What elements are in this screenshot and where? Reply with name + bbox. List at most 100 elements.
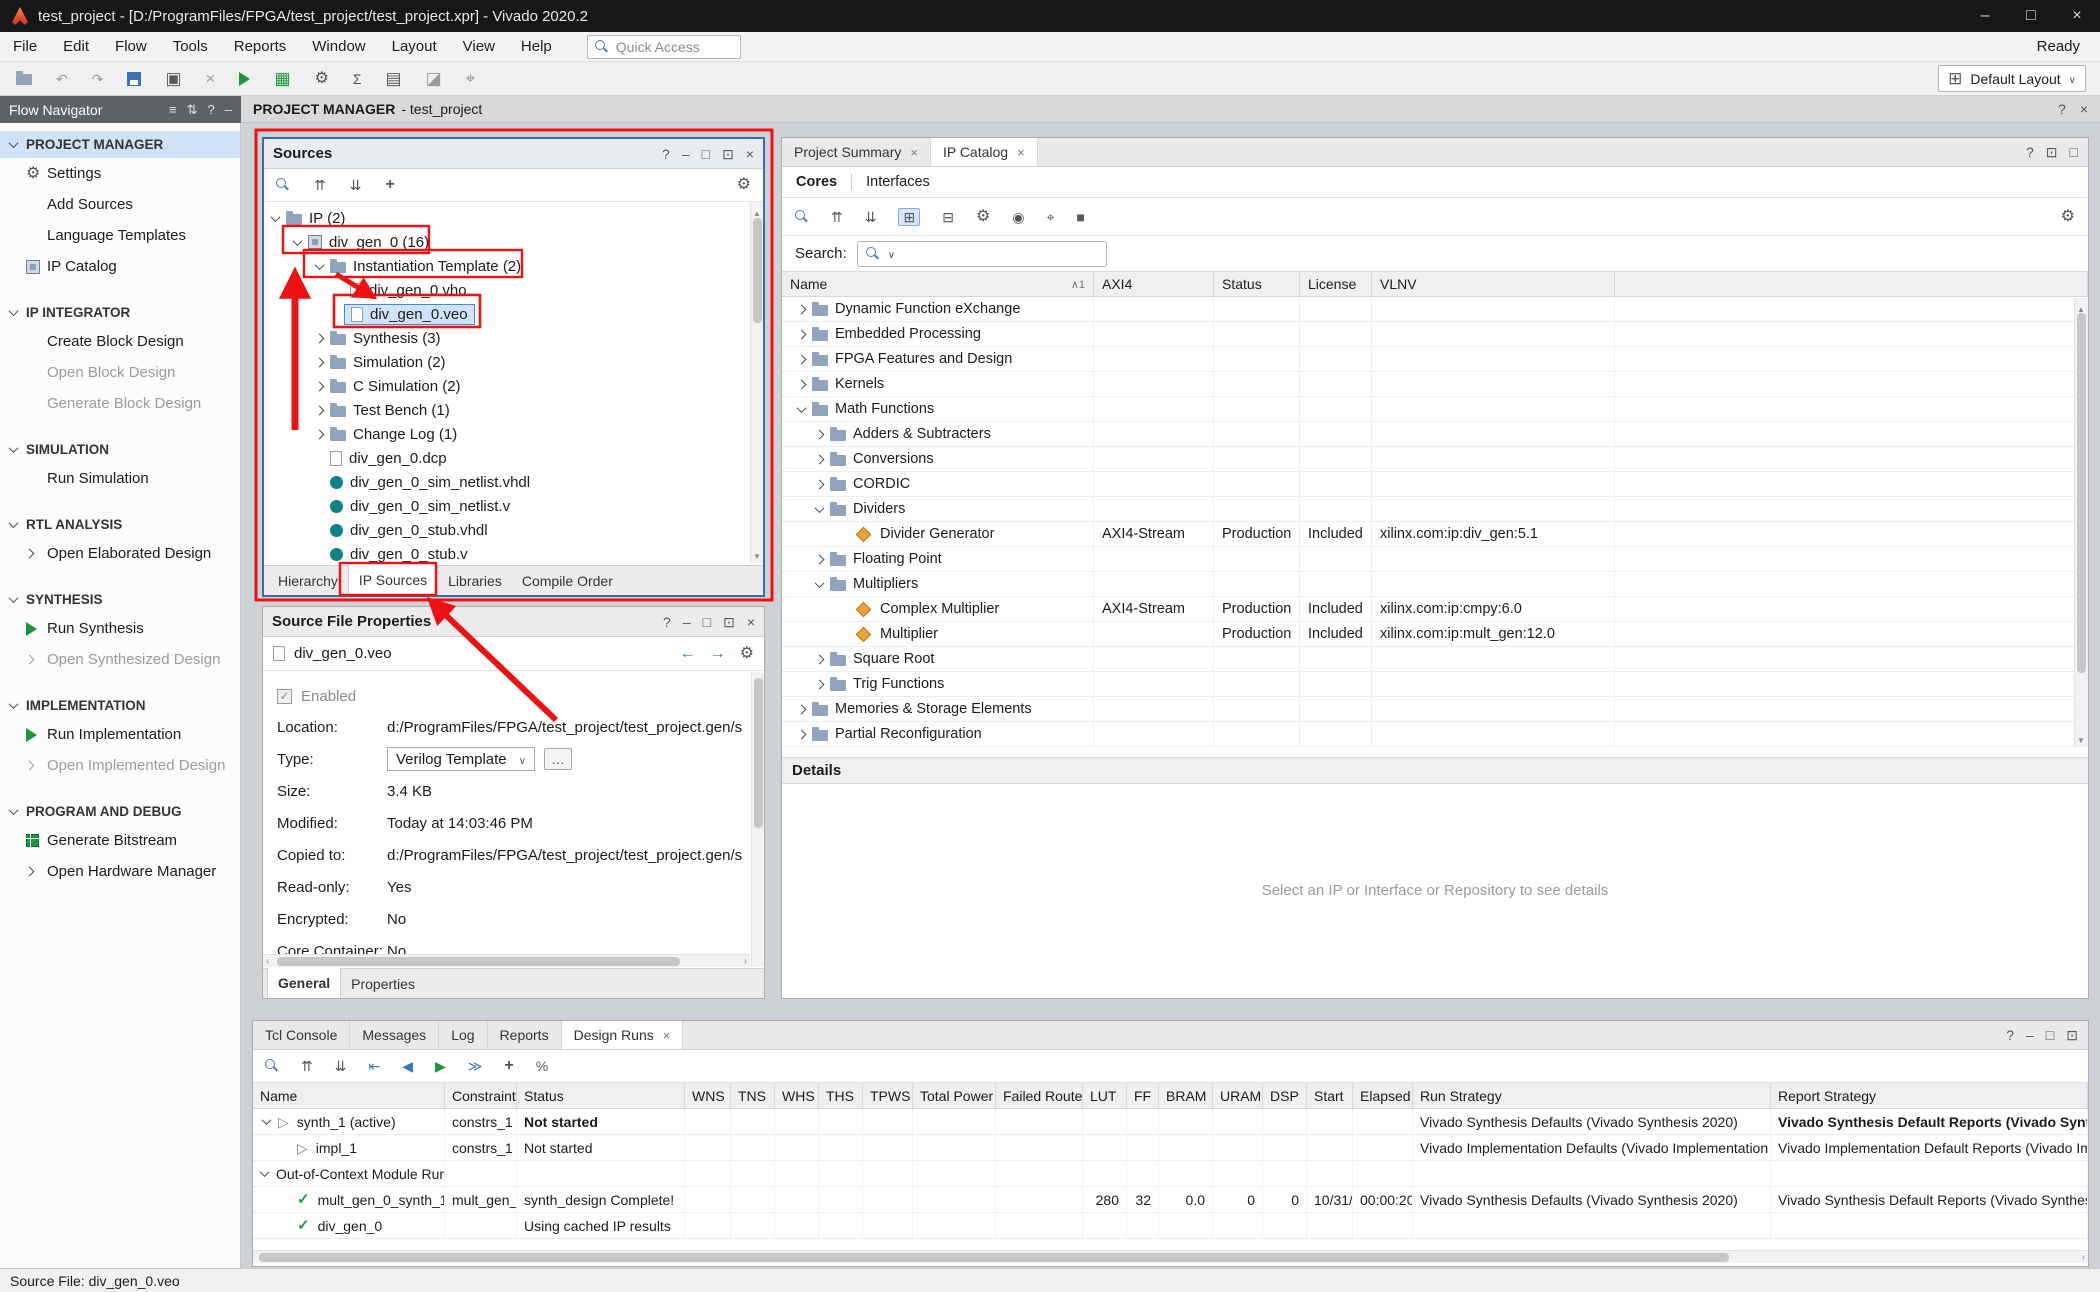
scroll-right-icon[interactable]: ›	[2082, 1251, 2085, 1264]
sidebar-item-run-simulation[interactable]: Run Simulation	[0, 463, 240, 494]
float-icon[interactable]	[2066, 1028, 2078, 1042]
tree-item-sim-netlist-v[interactable]: div_gen_0_sim_netlist.v	[264, 494, 763, 518]
copy-icon[interactable]: ▣	[165, 70, 181, 87]
close-tab-icon[interactable]: ×	[1017, 145, 1025, 160]
sidebar-item-run-synthesis[interactable]: Run Synthesis	[0, 613, 240, 644]
help-icon[interactable]	[2006, 1028, 2014, 1042]
column-ff[interactable]: FF	[1127, 1083, 1159, 1108]
catalog-row[interactable]: Math Functions	[782, 397, 2088, 422]
column-whs[interactable]: WHS	[775, 1083, 819, 1108]
tree-item-stub-vhdl[interactable]: div_gen_0_stub.vhdl	[264, 518, 763, 542]
flow-icon[interactable]: ▦	[274, 70, 290, 87]
tab-general[interactable]: General	[267, 968, 341, 998]
maximize-icon[interactable]	[702, 147, 710, 161]
undo-icon[interactable]	[56, 72, 68, 86]
column-name[interactable]: Name ∧1	[782, 272, 1094, 296]
section-implementation[interactable]: IMPLEMENTATION	[0, 692, 240, 719]
vertical-scrollbar[interactable]	[750, 202, 763, 563]
run-row-impl-1[interactable]: impl_1 constrs_1 Not started Vivado Impl…	[253, 1135, 2088, 1161]
sidebar-item-create-block-design[interactable]: Create Block Design	[0, 326, 240, 357]
column-lut[interactable]: LUT	[1083, 1083, 1127, 1108]
expand-all-icon[interactable]	[350, 178, 362, 192]
menu-layout[interactable]: Layout	[379, 32, 450, 61]
forward-icon[interactable]	[710, 646, 726, 662]
section-simulation[interactable]: SIMULATION	[0, 436, 240, 463]
delete-icon[interactable]: ×	[206, 70, 216, 87]
menu-reports[interactable]: Reports	[221, 32, 300, 61]
column-elapsed[interactable]: Elapsed	[1353, 1083, 1413, 1108]
expand-all-icon[interactable]	[865, 210, 877, 224]
float-icon[interactable]	[723, 615, 735, 629]
maximize-icon[interactable]	[2070, 145, 2078, 159]
tree-item-simulation[interactable]: Simulation (2)	[264, 350, 763, 374]
window-maximize-button[interactable]: □	[2008, 0, 2054, 32]
reset-runs-icon[interactable]: ⇤	[368, 1059, 380, 1073]
scrollbar-thumb[interactable]	[753, 218, 762, 323]
tree-item-sim-netlist-vhdl[interactable]: div_gen_0_sim_netlist.vhdl	[264, 470, 763, 494]
type-dropdown[interactable]: Verilog Template	[387, 747, 535, 771]
catalog-row[interactable]: Trig Functions	[782, 672, 2088, 697]
menu-edit[interactable]: Edit	[50, 32, 102, 61]
column-run-strategy[interactable]: Run Strategy	[1413, 1083, 1771, 1108]
sidebar-item-open-hardware-manager[interactable]: Open Hardware Manager	[0, 856, 240, 887]
tree-item-div-gen-0-dcp[interactable]: div_gen_0.dcp	[264, 446, 763, 470]
column-constraints[interactable]: Constraints	[445, 1083, 517, 1108]
flow-navigator-menu-icon[interactable]: ≡	[169, 102, 177, 118]
sidebar-item-language-templates[interactable]: Language Templates	[0, 220, 240, 251]
sidebar-item-add-sources[interactable]: Add Sources	[0, 189, 240, 220]
tab-design-runs[interactable]: Design Runs ×	[562, 1021, 684, 1049]
column-wns[interactable]: WNS	[685, 1083, 731, 1108]
scroll-down-icon[interactable]	[2077, 731, 2085, 745]
gear-icon[interactable]	[740, 646, 754, 662]
customize-ip-icon[interactable]	[976, 209, 990, 225]
tab-project-summary[interactable]: Project Summary ×	[782, 138, 931, 166]
quick-access-search[interactable]: Quick Access	[587, 35, 741, 59]
save-icon[interactable]	[127, 72, 141, 86]
column-status[interactable]: Status	[517, 1083, 685, 1108]
catalog-row[interactable]: Multipliers	[782, 572, 2088, 597]
redo-icon[interactable]	[92, 72, 104, 86]
horizontal-scrollbar[interactable]: ‹ ›	[263, 954, 750, 967]
tab-tcl-console[interactable]: Tcl Console	[253, 1021, 350, 1049]
subtab-cores[interactable]: Cores	[796, 174, 837, 190]
catalog-row-divider-generator[interactable]: Divider Generator AXI4-Stream Production…	[782, 522, 2088, 547]
help-icon[interactable]	[2058, 102, 2066, 116]
sidebar-item-open-synthesized-design[interactable]: Open Synthesized Design	[0, 644, 240, 675]
section-synthesis[interactable]: SYNTHESIS	[0, 586, 240, 613]
report-icon[interactable]: ▤	[386, 70, 402, 87]
vertical-scrollbar[interactable]	[751, 672, 764, 967]
scroll-down-icon[interactable]	[753, 547, 761, 561]
layout-selector[interactable]: ⊞ Default Layout	[1938, 65, 2086, 92]
column-tns[interactable]: TNS	[731, 1083, 775, 1108]
section-rtl-analysis[interactable]: RTL ANALYSIS	[0, 511, 240, 538]
open-project-icon[interactable]	[16, 74, 32, 85]
window-close-button[interactable]: ×	[2054, 0, 2100, 32]
menu-view[interactable]: View	[450, 32, 508, 61]
minimize-icon[interactable]	[682, 147, 690, 161]
catalog-row[interactable]: Square Root	[782, 647, 2088, 672]
tab-libraries[interactable]: Libraries	[438, 566, 512, 595]
column-status[interactable]: Status	[1214, 272, 1300, 296]
catalog-row-complex-multiplier[interactable]: Complex Multiplier AXI4-Stream Productio…	[782, 597, 2088, 622]
browse-button[interactable]	[544, 748, 572, 770]
flat-view-icon[interactable]: ⊟	[942, 210, 954, 224]
column-axi4[interactable]: AXI4	[1094, 272, 1214, 296]
flow-navigator-sort-icon[interactable]: ⇅	[187, 102, 198, 118]
float-icon[interactable]	[2046, 145, 2058, 159]
column-start[interactable]: Start	[1307, 1083, 1353, 1108]
menu-help[interactable]: Help	[508, 32, 565, 61]
menu-tools[interactable]: Tools	[160, 32, 221, 61]
probe-icon[interactable]: ⌖	[466, 70, 476, 87]
flow-navigator-collapse-icon[interactable]: –	[225, 102, 232, 118]
expand-all-icon[interactable]	[335, 1059, 347, 1073]
section-ip-integrator[interactable]: IP INTEGRATOR	[0, 299, 240, 326]
tab-ip-catalog[interactable]: IP Catalog ×	[931, 138, 1038, 166]
sidebar-item-open-elaborated-design[interactable]: Open Elaborated Design	[0, 538, 240, 569]
add-sources-icon[interactable]	[385, 177, 394, 193]
catalog-row[interactable]: Adders & Subtracters	[782, 422, 2088, 447]
scrollbar-thumb[interactable]	[259, 1253, 1729, 1262]
sidebar-item-generate-block-design[interactable]: Generate Block Design	[0, 388, 240, 419]
search-icon[interactable]	[276, 178, 290, 192]
catalog-row[interactable]: Kernels	[782, 372, 2088, 397]
sidebar-item-open-implemented-design[interactable]: Open Implemented Design	[0, 750, 240, 781]
